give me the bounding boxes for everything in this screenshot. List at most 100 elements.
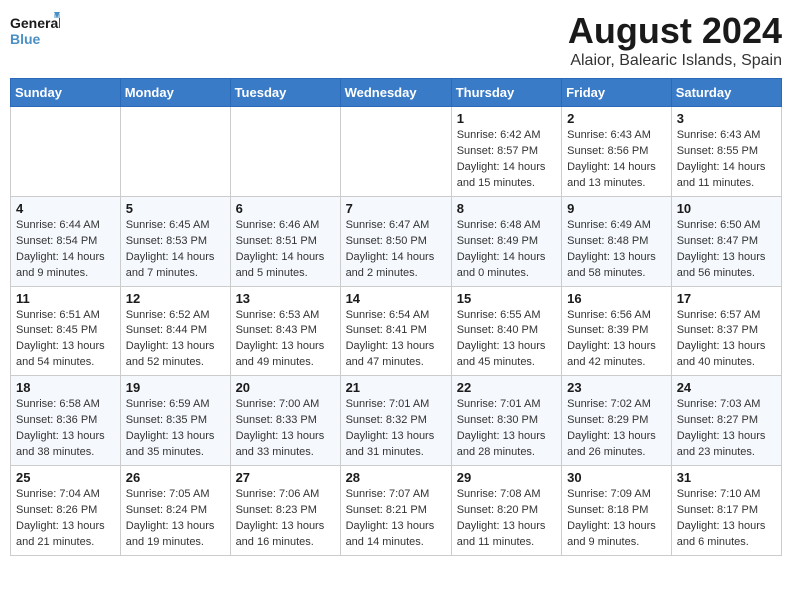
day-cell: 18 Sunrise: 6:58 AM Sunset: 8:36 PM Dayli… [11,376,121,466]
day-info: Sunrise: 7:09 AM Sunset: 8:18 PM Dayligh… [567,487,666,551]
day-info: Sunrise: 6:50 AM Sunset: 8:47 PM Dayligh… [677,218,776,282]
svg-text:Blue: Blue [10,31,41,47]
day-info: Sunrise: 6:45 AM Sunset: 8:53 PM Dayligh… [126,218,225,282]
day-info: Sunrise: 6:43 AM Sunset: 8:56 PM Dayligh… [567,128,666,192]
day-number: 30 [567,470,666,485]
day-cell: 21 Sunrise: 7:01 AM Sunset: 8:32 PM Dayli… [340,376,451,466]
weekday-header-saturday: Saturday [671,79,781,107]
day-number: 4 [16,201,115,216]
day-info: Sunrise: 7:04 AM Sunset: 8:26 PM Dayligh… [16,487,115,551]
day-number: 28 [346,470,446,485]
day-number: 21 [346,380,446,395]
day-info: Sunrise: 6:51 AM Sunset: 8:45 PM Dayligh… [16,308,115,372]
month-title: August 2024 [568,10,782,52]
day-cell: 5 Sunrise: 6:45 AM Sunset: 8:53 PM Daylig… [120,196,230,286]
day-cell [230,107,340,197]
day-info: Sunrise: 7:06 AM Sunset: 8:23 PM Dayligh… [236,487,335,551]
day-info: Sunrise: 6:58 AM Sunset: 8:36 PM Dayligh… [16,397,115,461]
week-row-5: 25 Sunrise: 7:04 AM Sunset: 8:26 PM Dayli… [11,466,782,556]
day-number: 23 [567,380,666,395]
day-number: 12 [126,291,225,306]
day-cell [11,107,121,197]
calendar-table: SundayMondayTuesdayWednesdayThursdayFrid… [10,78,782,556]
day-number: 3 [677,111,776,126]
day-info: Sunrise: 7:05 AM Sunset: 8:24 PM Dayligh… [126,487,225,551]
day-cell: 17 Sunrise: 6:57 AM Sunset: 8:37 PM Dayli… [671,286,781,376]
day-cell: 25 Sunrise: 7:04 AM Sunset: 8:26 PM Dayli… [11,466,121,556]
day-info: Sunrise: 6:44 AM Sunset: 8:54 PM Dayligh… [16,218,115,282]
day-info: Sunrise: 7:03 AM Sunset: 8:27 PM Dayligh… [677,397,776,461]
day-cell [340,107,451,197]
day-info: Sunrise: 6:54 AM Sunset: 8:41 PM Dayligh… [346,308,446,372]
day-number: 7 [346,201,446,216]
weekday-header-tuesday: Tuesday [230,79,340,107]
day-cell: 30 Sunrise: 7:09 AM Sunset: 8:18 PM Dayli… [562,466,672,556]
day-info: Sunrise: 6:52 AM Sunset: 8:44 PM Dayligh… [126,308,225,372]
day-info: Sunrise: 7:10 AM Sunset: 8:17 PM Dayligh… [677,487,776,551]
day-number: 11 [16,291,115,306]
day-cell: 13Sunrise: 6:53 AM Sunset: 8:43 PM Dayli… [230,286,340,376]
day-number: 18 [16,380,115,395]
day-cell: 1Sunrise: 6:42 AM Sunset: 8:57 PM Daylig… [451,107,561,197]
week-row-4: 18 Sunrise: 6:58 AM Sunset: 8:36 PM Dayli… [11,376,782,466]
day-number: 9 [567,201,666,216]
day-cell: 28 Sunrise: 7:07 AM Sunset: 8:21 PM Dayli… [340,466,451,556]
day-cell [120,107,230,197]
weekday-header-sunday: Sunday [11,79,121,107]
day-number: 13 [236,291,335,306]
location-subtitle: Alaior, Balearic Islands, Spain [568,52,782,70]
day-number: 25 [16,470,115,485]
day-cell: 22Sunrise: 7:01 AM Sunset: 8:30 PM Dayli… [451,376,561,466]
weekday-header-friday: Friday [562,79,672,107]
day-info: Sunrise: 7:01 AM Sunset: 8:32 PM Dayligh… [346,397,446,461]
day-info: Sunrise: 6:56 AM Sunset: 8:39 PM Dayligh… [567,308,666,372]
day-cell: 10 Sunrise: 6:50 AM Sunset: 8:47 PM Dayli… [671,196,781,286]
day-cell: 26Sunrise: 7:05 AM Sunset: 8:24 PM Dayli… [120,466,230,556]
day-cell: 16 Sunrise: 6:56 AM Sunset: 8:39 PM Dayli… [562,286,672,376]
day-info: Sunrise: 6:49 AM Sunset: 8:48 PM Dayligh… [567,218,666,282]
day-info: Sunrise: 6:55 AM Sunset: 8:40 PM Dayligh… [457,308,556,372]
day-cell: 24 Sunrise: 7:03 AM Sunset: 8:27 PM Dayli… [671,376,781,466]
day-number: 24 [677,380,776,395]
day-info: Sunrise: 7:02 AM Sunset: 8:29 PM Dayligh… [567,397,666,461]
day-cell: 11 Sunrise: 6:51 AM Sunset: 8:45 PM Dayli… [11,286,121,376]
weekday-header-row: SundayMondayTuesdayWednesdayThursdayFrid… [11,79,782,107]
day-number: 17 [677,291,776,306]
page-header: General Blue August 2024 Alaior, Baleari… [10,10,782,70]
day-number: 5 [126,201,225,216]
day-cell: 29 Sunrise: 7:08 AM Sunset: 8:20 PM Dayli… [451,466,561,556]
day-number: 8 [457,201,556,216]
day-info: Sunrise: 6:47 AM Sunset: 8:50 PM Dayligh… [346,218,446,282]
svg-text:General: General [10,15,60,31]
day-number: 29 [457,470,556,485]
day-cell: 3Sunrise: 6:43 AM Sunset: 8:55 PM Daylig… [671,107,781,197]
day-cell: 12 Sunrise: 6:52 AM Sunset: 8:44 PM Dayli… [120,286,230,376]
title-area: August 2024 Alaior, Balearic Islands, Sp… [568,10,782,70]
day-number: 2 [567,111,666,126]
day-info: Sunrise: 7:07 AM Sunset: 8:21 PM Dayligh… [346,487,446,551]
day-info: Sunrise: 7:08 AM Sunset: 8:20 PM Dayligh… [457,487,556,551]
day-info: Sunrise: 6:57 AM Sunset: 8:37 PM Dayligh… [677,308,776,372]
day-info: Sunrise: 7:00 AM Sunset: 8:33 PM Dayligh… [236,397,335,461]
day-cell: 27 Sunrise: 7:06 AM Sunset: 8:23 PM Dayli… [230,466,340,556]
weekday-header-thursday: Thursday [451,79,561,107]
day-number: 14 [346,291,446,306]
day-info: Sunrise: 6:59 AM Sunset: 8:35 PM Dayligh… [126,397,225,461]
day-cell: 20 Sunrise: 7:00 AM Sunset: 8:33 PM Dayli… [230,376,340,466]
day-cell: 4 Sunrise: 6:44 AM Sunset: 8:54 PM Daylig… [11,196,121,286]
logo: General Blue [10,10,60,50]
logo-svg: General Blue [10,10,60,50]
day-number: 16 [567,291,666,306]
day-cell: 19 Sunrise: 6:59 AM Sunset: 8:35 PM Dayli… [120,376,230,466]
week-row-1: 1Sunrise: 6:42 AM Sunset: 8:57 PM Daylig… [11,107,782,197]
day-number: 6 [236,201,335,216]
day-number: 19 [126,380,225,395]
day-cell: 2 Sunrise: 6:43 AM Sunset: 8:56 PM Daylig… [562,107,672,197]
day-number: 10 [677,201,776,216]
day-cell: 31Sunrise: 7:10 AM Sunset: 8:17 PM Dayli… [671,466,781,556]
day-cell: 8 Sunrise: 6:48 AM Sunset: 8:49 PM Daylig… [451,196,561,286]
day-cell: 15Sunrise: 6:55 AM Sunset: 8:40 PM Dayli… [451,286,561,376]
day-number: 27 [236,470,335,485]
day-info: Sunrise: 6:48 AM Sunset: 8:49 PM Dayligh… [457,218,556,282]
day-number: 20 [236,380,335,395]
